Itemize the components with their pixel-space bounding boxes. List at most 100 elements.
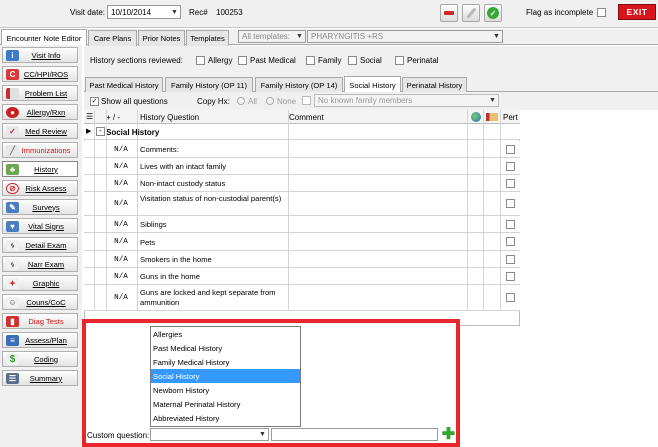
row-value[interactable]: N/A	[106, 221, 136, 229]
tab-encounter-note-editor[interactable]: Encounter Note Editor	[1, 29, 87, 46]
row-value[interactable]: N/A	[106, 273, 136, 281]
sidebar-item-assess-plan[interactable]: ≡ Assess/Plan	[2, 332, 78, 348]
pert-checkbox[interactable]	[506, 237, 515, 246]
family-member-select[interactable]: No known family members ▼	[314, 94, 499, 107]
list-item[interactable]: Allergies	[151, 327, 300, 341]
checkbox-social[interactable]	[348, 56, 357, 65]
radio-none[interactable]	[266, 97, 274, 105]
sidebar-item-cc-hpi-ros[interactable]: C CC/HPI/ROS	[2, 66, 78, 82]
syringe-icon: ╱	[6, 144, 19, 156]
list-item[interactable]: Abbreviated History	[151, 411, 300, 425]
table-row[interactable]: N/A Siblings	[84, 216, 520, 233]
sidebar-item-summary[interactable]: ☰ Summary	[2, 370, 78, 386]
chevron-down-icon[interactable]: ▼	[257, 431, 268, 438]
chevron-down-icon[interactable]: ▼	[169, 9, 180, 16]
visit-date-picker[interactable]: 10/10/2014 ▼	[107, 5, 181, 19]
summary-icon: ☰	[6, 372, 19, 384]
tab-templates[interactable]: Templates	[186, 30, 229, 46]
sidebar-item-problem-list[interactable]: Problem List	[2, 85, 78, 101]
sidebar-item-vital-signs[interactable]: ♥ Vital Signs	[2, 218, 78, 234]
pert-checkbox[interactable]	[506, 220, 515, 229]
checkbox-perinatal[interactable]	[395, 56, 404, 65]
column-divider	[94, 110, 95, 311]
tab-perinatal-history[interactable]: Perinatal History	[402, 77, 467, 93]
approve-button[interactable]: ✓	[484, 4, 502, 22]
sidebar-item-risk-assess[interactable]: ⊘ Risk Assess	[2, 180, 78, 196]
list-item[interactable]: Maternal Perinatal History	[151, 397, 300, 411]
sidebar-item-allergy[interactable]: ● Allergy/Rxn	[2, 104, 78, 120]
sidebar-item-label: Med Review	[25, 126, 67, 136]
globe-icon	[471, 112, 481, 122]
table-row[interactable]: N/A Non-intact custody status	[84, 175, 520, 192]
flag-incomplete-checkbox[interactable]	[597, 8, 606, 17]
sidebar-item-graphic[interactable]: ✦ Graphic	[2, 275, 78, 291]
sidebar-item-coding[interactable]: $ Coding	[2, 351, 78, 367]
sidebar-item-diag-tests[interactable]: ▮ Diag Tests	[2, 313, 78, 329]
all-templates-select[interactable]: All templates: ▼	[238, 30, 306, 43]
sidebar-item-med-review[interactable]: ✓ Med Review	[2, 123, 78, 139]
sidebar-item-label: CC/HPI/ROS	[23, 69, 69, 79]
add-icon[interactable]: ✚	[441, 427, 456, 443]
table-row[interactable]: N/A Pets	[84, 233, 520, 251]
row-value[interactable]: N/A	[106, 200, 136, 208]
sidebar-item-narr-exam[interactable]: ᛃ Narr Exam	[2, 256, 78, 272]
row-pointer-icon: ▶	[86, 128, 92, 135]
sidebar-item-label: Risk Assess	[25, 183, 67, 193]
show-all-checkbox[interactable]: ✓	[90, 97, 99, 106]
edit-button[interactable]	[462, 4, 480, 22]
grid-menu-icon[interactable]: ☰	[86, 112, 93, 121]
row-value[interactable]: N/A	[106, 180, 136, 188]
vitals-icon: ♥	[6, 220, 19, 232]
table-row[interactable]: N/A Lives with an intact family	[84, 158, 520, 175]
col-plusminus: + / -	[106, 113, 121, 122]
row-value[interactable]: N/A	[106, 163, 136, 171]
tab-family-history-op11[interactable]: Family History (OP 11)	[165, 77, 253, 93]
tab-past-medical-history[interactable]: Past Medical History	[85, 77, 163, 93]
checkbox-family[interactable]	[306, 56, 315, 65]
table-row[interactable]: N/A Guns are locked and kept separate fr…	[84, 285, 520, 311]
table-row[interactable]: N/A Visitation status of non-custodial p…	[84, 192, 520, 216]
row-value[interactable]: N/A	[106, 256, 136, 264]
checkbox-past-medical[interactable]	[238, 56, 247, 65]
row-value[interactable]: N/A	[106, 294, 136, 302]
tab-prior-notes[interactable]: Prior Notes	[138, 30, 185, 46]
sidebar-item-couns-coc[interactable]: ☺ Couns/CoC	[2, 294, 78, 310]
tab-social-history[interactable]: Social History	[344, 76, 401, 93]
sidebar-item-immunizations[interactable]: ╱ Immunizations	[2, 142, 78, 158]
pert-checkbox[interactable]	[506, 199, 515, 208]
sidebar-item-history[interactable]: ♣ History	[2, 161, 78, 177]
list-item[interactable]: Newborn History	[151, 383, 300, 397]
pert-checkbox[interactable]	[506, 293, 515, 302]
table-row[interactable]: N/A Comments:	[84, 141, 520, 158]
row-value[interactable]: N/A	[106, 146, 136, 154]
copy-hx-label: Copy Hx:	[197, 97, 230, 106]
table-row[interactable]: N/A Guns in the home	[84, 268, 520, 285]
pert-checkbox[interactable]	[506, 179, 515, 188]
table-row[interactable]: N/A Smokers in the home	[84, 251, 520, 268]
exit-button[interactable]: EXIT	[618, 4, 656, 20]
tab-family-history-op14[interactable]: Family History (OP 14)	[255, 77, 343, 93]
family-member-checkbox[interactable]	[302, 96, 311, 105]
list-item-selected[interactable]: Social History	[151, 369, 300, 383]
group-title: Social History	[106, 128, 160, 137]
pert-checkbox[interactable]	[506, 255, 515, 264]
radio-all[interactable]	[237, 97, 245, 105]
pert-checkbox[interactable]	[506, 272, 515, 281]
list-item[interactable]: Family Medical History	[151, 355, 300, 369]
list-item[interactable]: Past Medical History	[151, 341, 300, 355]
assess-icon: ≡	[6, 334, 19, 346]
sidebar-item-surveys[interactable]: ✎ Surveys	[2, 199, 78, 215]
custom-question-type-select[interactable]: ▼	[150, 428, 269, 441]
tab-care-plans[interactable]: Care Plans	[88, 30, 137, 46]
pert-checkbox[interactable]	[506, 145, 515, 154]
pert-checkbox[interactable]	[506, 162, 515, 171]
sidebar-item-visit-info[interactable]: i Visit Info	[2, 47, 78, 63]
checkbox-allergy[interactable]	[196, 56, 205, 65]
column-divider	[467, 110, 468, 311]
sidebar-item-detail-exam[interactable]: ᛃ Detail Exam	[2, 237, 78, 253]
row-value[interactable]: N/A	[106, 238, 136, 246]
collapse-icon[interactable]: -	[96, 127, 105, 136]
template-select[interactable]: PHARYNGITIS +RS ▼	[307, 30, 503, 43]
remove-button[interactable]	[440, 4, 458, 22]
custom-question-input[interactable]	[271, 428, 438, 441]
